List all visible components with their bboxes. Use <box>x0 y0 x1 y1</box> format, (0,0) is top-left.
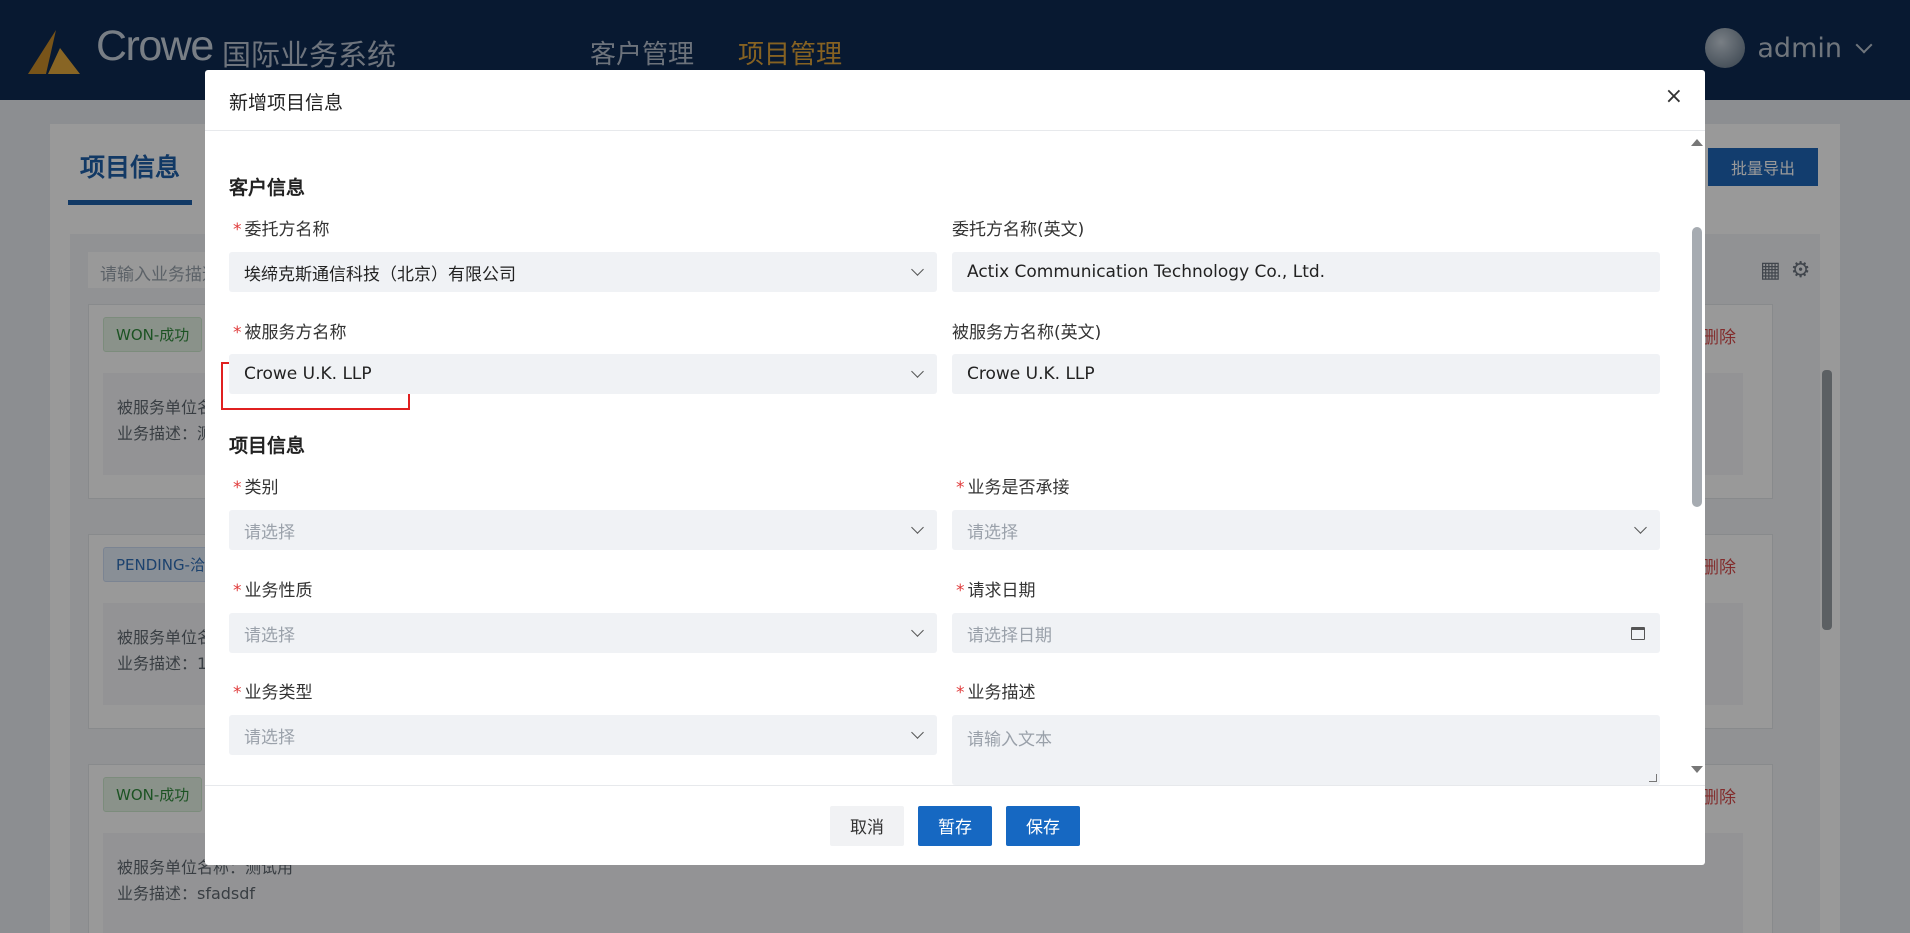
add-project-dialog: 新增项目信息 × 客户信息 * 委托方名称 埃缔克斯通信科技（北京）有限公司 委托… <box>205 70 1705 865</box>
calendar-icon[interactable] <box>1631 626 1645 640</box>
chevron-down-icon <box>911 365 924 378</box>
draft-button[interactable]: 暂存 <box>918 805 992 846</box>
description-textarea[interactable]: 请输入文本 <box>952 715 1660 785</box>
nature-select[interactable]: 请选择 <box>229 613 937 653</box>
scrollbar-thumb[interactable] <box>1692 227 1702 507</box>
cancel-button[interactable]: 取消 <box>830 805 904 846</box>
undertaken-select[interactable]: 请选择 <box>952 510 1660 550</box>
served-name-en-label: 被服务方名称(英文) <box>952 323 1102 343</box>
nature-label: * 业务性质 <box>233 581 313 601</box>
served-name-en-field[interactable]: Crowe U.K. LLP <box>952 354 1660 394</box>
client-name-en-label: 委托方名称(英文) <box>952 220 1085 240</box>
client-name-label: * 委托方名称 <box>233 220 330 240</box>
dialog-header: 新增项目信息 × <box>205 70 1705 131</box>
chevron-down-icon <box>911 726 924 739</box>
dialog-body: 客户信息 * 委托方名称 埃缔克斯通信科技（北京）有限公司 委托方名称(英文) A… <box>205 131 1705 785</box>
client-name-select[interactable]: 埃缔克斯通信科技（北京）有限公司 <box>229 252 937 292</box>
type-select[interactable]: 请选择 <box>229 715 937 755</box>
section-project-info: 项目信息 <box>229 435 306 457</box>
served-name-select[interactable]: Crowe U.K. LLP <box>229 354 937 394</box>
chevron-down-icon <box>911 624 924 637</box>
description-label: * 业务描述 <box>956 683 1036 703</box>
chevron-down-icon <box>911 521 924 534</box>
dialog-title: 新增项目信息 <box>229 92 344 114</box>
scroll-up-arrow-icon[interactable] <box>1691 139 1703 146</box>
dialog-scrollbar[interactable] <box>1689 131 1705 785</box>
served-name-label: * 被服务方名称 <box>233 323 347 343</box>
save-button[interactable]: 保存 <box>1006 805 1080 846</box>
chevron-down-icon <box>1634 521 1647 534</box>
request-date-label: * 请求日期 <box>956 581 1036 601</box>
dialog-footer: 取消 暂存 保存 <box>205 785 1705 865</box>
chevron-down-icon <box>911 263 924 276</box>
client-name-en-field[interactable]: Actix Communication Technology Co., Ltd. <box>952 252 1660 292</box>
request-date-picker[interactable]: 请选择日期 <box>952 613 1660 653</box>
category-label: * 类别 <box>233 478 279 498</box>
close-icon[interactable]: × <box>1665 84 1683 109</box>
resize-handle-icon[interactable] <box>1649 774 1657 782</box>
scroll-down-arrow-icon[interactable] <box>1691 766 1703 773</box>
category-select[interactable]: 请选择 <box>229 510 937 550</box>
section-customer-info: 客户信息 <box>229 177 306 199</box>
type-label: * 业务类型 <box>233 683 313 703</box>
undertaken-label: * 业务是否承接 <box>956 478 1070 498</box>
